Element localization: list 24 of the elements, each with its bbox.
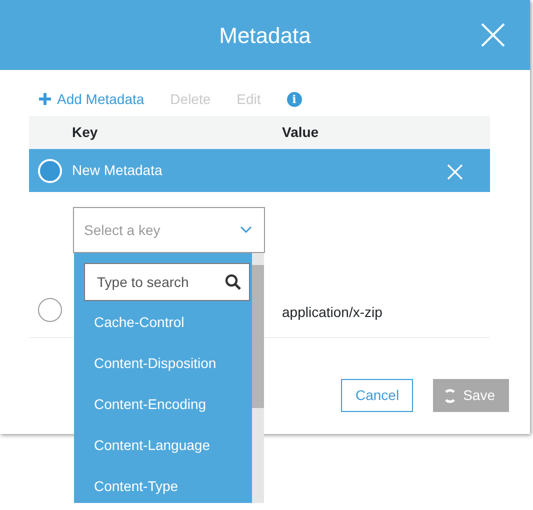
dropdown-option[interactable]: Content-Disposition (84, 343, 252, 384)
refresh-icon (443, 388, 458, 402)
dropdown-option[interactable]: Content-Language (84, 425, 252, 466)
search-icon (225, 274, 241, 290)
add-metadata-button[interactable]: Add Metadata (39, 88, 144, 110)
close-icon (480, 22, 506, 48)
dialog-title: Metadata (219, 22, 311, 50)
table-cell-text: New Metadata (72, 161, 164, 180)
dropdown-option[interactable]: Cache-Control (84, 302, 252, 343)
info-icon[interactable]: i (286, 92, 302, 106)
chevron-down-icon (240, 226, 252, 234)
scrollbar[interactable] (252, 253, 264, 503)
column-header: Value (282, 123, 319, 142)
key-select[interactable]: Select a key (73, 207, 265, 253)
radio-button[interactable] (38, 298, 62, 322)
dropdown-option[interactable]: Content-Type (84, 466, 252, 507)
plus-icon (39, 93, 51, 105)
dropdown-option[interactable]: Content-Encoding (84, 384, 252, 425)
search-field[interactable]: Type to search (84, 263, 250, 301)
cancel-button[interactable]: Cancel (341, 379, 414, 412)
column-header: Key (72, 123, 99, 142)
placeholder-text: Select a key (84, 220, 160, 240)
table-cell-text: application/x-zip (282, 303, 382, 322)
close-icon (446, 163, 464, 182)
